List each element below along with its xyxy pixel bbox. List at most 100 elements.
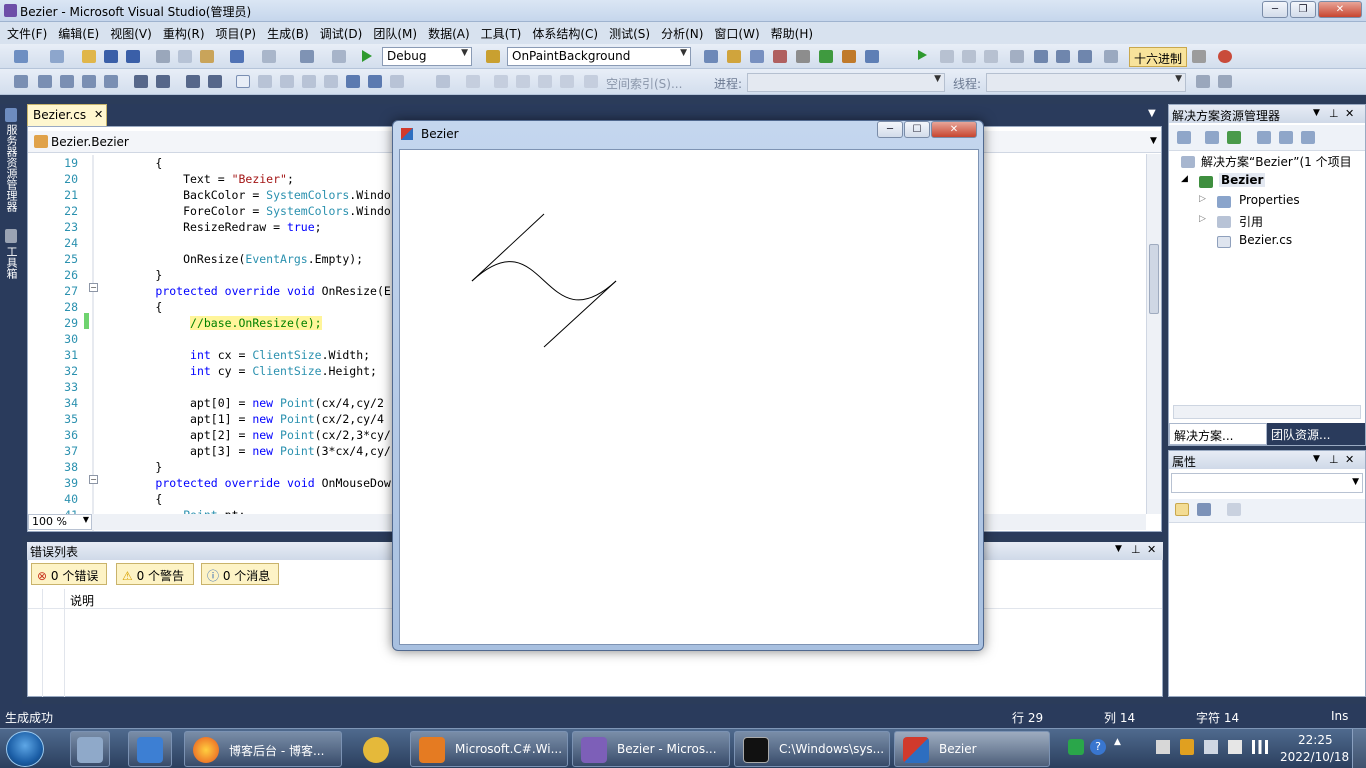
toolbox-tab[interactable]: 工具箱 xyxy=(3,246,19,279)
tree-solution[interactable]: 解决方案“Bezier”(1 个项目 xyxy=(1201,153,1352,170)
close-icon[interactable]: ✕ xyxy=(1345,107,1354,120)
clock-date[interactable]: 2022/10/18 xyxy=(1280,750,1349,764)
undo-icon[interactable] xyxy=(230,50,244,63)
menu-refactor[interactable]: 重构(R) xyxy=(156,22,209,42)
start-debugging-icon[interactable] xyxy=(362,50,372,62)
clock-time[interactable]: 22:25 xyxy=(1298,733,1333,747)
solution-horizontal-scrollbar[interactable] xyxy=(1173,405,1361,419)
tab-bezier-cs[interactable]: Bezier.cs ✕ xyxy=(27,104,107,126)
find-icon[interactable] xyxy=(704,50,718,63)
chevron-up-icon[interactable]: ▲ xyxy=(1114,737,1121,747)
results-to-grid-icon[interactable] xyxy=(560,75,574,88)
toolbox-icon[interactable] xyxy=(796,50,810,63)
previous-bookmark-icon[interactable] xyxy=(258,75,272,88)
tree-bezier-cs[interactable]: Bezier.cs xyxy=(1239,233,1292,247)
property-pages-icon[interactable] xyxy=(1227,503,1241,516)
show-desktop-button[interactable] xyxy=(1352,729,1366,768)
menu-help[interactable]: 帮助(H) xyxy=(764,22,817,42)
table-icon[interactable] xyxy=(516,75,530,88)
menu-view[interactable]: 视图(V) xyxy=(103,22,156,42)
quick-info-icon[interactable] xyxy=(60,75,74,88)
view-designer-icon[interactable] xyxy=(1279,131,1293,144)
tree-properties[interactable]: Properties xyxy=(1239,193,1300,207)
editor-vertical-scrollbar[interactable] xyxy=(1146,154,1161,514)
restore-button[interactable]: ❐ xyxy=(1290,1,1316,18)
menu-build[interactable]: 生成(B) xyxy=(260,22,313,42)
server-explorer-tab[interactable]: 服务器资源管理器 xyxy=(3,124,19,212)
chevron-down-icon[interactable]: ▼ xyxy=(1150,136,1157,146)
breakpoints-icon[interactable] xyxy=(1104,50,1118,63)
type-dropdown[interactable]: Bezier.Bezier xyxy=(51,135,129,149)
decrease-indent-icon[interactable] xyxy=(134,75,148,88)
sql-editor-icon[interactable] xyxy=(436,75,450,88)
taskbar-item-console[interactable]: C:\Windows\sys... xyxy=(734,731,890,767)
scroll-thumb[interactable] xyxy=(1149,244,1159,314)
close-icon[interactable]: ✕ xyxy=(1147,543,1156,556)
minimize-button[interactable]: ─ xyxy=(1262,1,1288,18)
copy-icon[interactable] xyxy=(178,50,192,63)
taskbar-item-firefox[interactable]: 博客后台 - 博客... xyxy=(184,731,342,767)
menu-project[interactable]: 项目(P) xyxy=(209,22,261,42)
paste-icon[interactable] xyxy=(200,50,214,63)
menu-analyze[interactable]: 分析(N) xyxy=(654,22,707,42)
step-into-icon[interactable] xyxy=(1034,50,1048,63)
navigate-forward-icon[interactable] xyxy=(332,50,346,63)
tab-team-explorer[interactable]: 团队资源... xyxy=(1267,423,1365,445)
refresh-icon[interactable] xyxy=(1227,131,1241,144)
active-files-dropdown-icon[interactable]: ▼ xyxy=(1148,108,1156,119)
class-diagram-icon[interactable] xyxy=(1301,131,1315,144)
filter-icon[interactable] xyxy=(466,75,480,88)
bezier-close-button[interactable]: ✕ xyxy=(931,121,977,138)
tab-solution-explorer[interactable]: 解决方案... xyxy=(1169,423,1267,445)
close-button[interactable]: ✕ xyxy=(1318,1,1362,18)
menu-window[interactable]: 窗口(W) xyxy=(707,22,763,42)
collapse-arrow-icon[interactable]: ▷ xyxy=(1199,214,1206,224)
uncomment-icon[interactable] xyxy=(208,75,222,88)
tree-references[interactable]: 引用 xyxy=(1239,213,1263,230)
break-all-icon[interactable] xyxy=(940,50,954,63)
find-combo[interactable]: OnPaintBackground ▼ xyxy=(507,47,691,66)
start-page-icon[interactable] xyxy=(819,50,833,63)
clear-bookmarks-icon[interactable] xyxy=(390,75,404,88)
new-project-icon[interactable] xyxy=(14,50,28,63)
taskbar-quick-launch-1[interactable] xyxy=(70,731,110,767)
collapse-icon[interactable]: − xyxy=(89,475,98,484)
messages-filter-button[interactable]: ⓘ 0 个消息 xyxy=(201,563,279,585)
member-list-icon[interactable] xyxy=(14,75,28,88)
alphabetical-icon[interactable] xyxy=(1197,503,1211,516)
column-description[interactable]: 说明 xyxy=(70,592,94,609)
menu-edit[interactable]: 编辑(E) xyxy=(51,22,103,42)
properties-window-icon[interactable] xyxy=(750,50,764,63)
device-icon[interactable] xyxy=(1204,740,1218,754)
cut-icon[interactable] xyxy=(156,50,170,63)
flag-all-threads-icon[interactable] xyxy=(1218,75,1232,88)
taskbar-item-bezier[interactable]: Bezier xyxy=(894,731,1050,767)
step-out-icon[interactable] xyxy=(1078,50,1092,63)
comment-out-icon[interactable] xyxy=(186,75,200,88)
next-bookmark-in-document-icon[interactable] xyxy=(368,75,382,88)
command-window-icon[interactable] xyxy=(865,50,879,63)
errors-filter-button[interactable]: ⊗ 0 个错误 xyxy=(31,563,107,585)
taskbar-item-pdf[interactable]: Microsoft.C#.Wi... xyxy=(410,731,568,767)
zoom-level[interactable]: 100 % ▼ xyxy=(28,514,92,530)
bezier-client-area[interactable] xyxy=(399,149,979,645)
display-word-icon[interactable] xyxy=(104,75,118,88)
sogou-input-icon[interactable] xyxy=(1068,739,1084,755)
security-shield-icon[interactable] xyxy=(1180,739,1194,755)
complete-word-icon[interactable] xyxy=(82,75,96,88)
restart-icon[interactable] xyxy=(984,50,998,63)
process-select[interactable]: ▼ xyxy=(747,73,945,92)
increase-indent-icon[interactable] xyxy=(156,75,170,88)
menu-debug[interactable]: 调试(D) xyxy=(313,22,367,42)
close-tab-icon[interactable]: ✕ xyxy=(94,108,103,121)
tree-project[interactable]: Bezier xyxy=(1219,173,1266,187)
next-bookmark-in-folder-icon[interactable] xyxy=(324,75,338,88)
menu-data[interactable]: 数据(A) xyxy=(421,22,474,42)
collapse-arrow-icon[interactable]: ▷ xyxy=(1199,194,1206,204)
object-select[interactable]: ▼ xyxy=(1171,473,1363,493)
show-next-statement-icon[interactable] xyxy=(1010,50,1024,63)
menu-test[interactable]: 测试(S) xyxy=(602,22,654,42)
find-in-files-icon[interactable] xyxy=(486,50,500,63)
debug-location-icon[interactable] xyxy=(1192,50,1206,63)
pin-icon[interactable]: ⊥ xyxy=(1329,453,1339,466)
